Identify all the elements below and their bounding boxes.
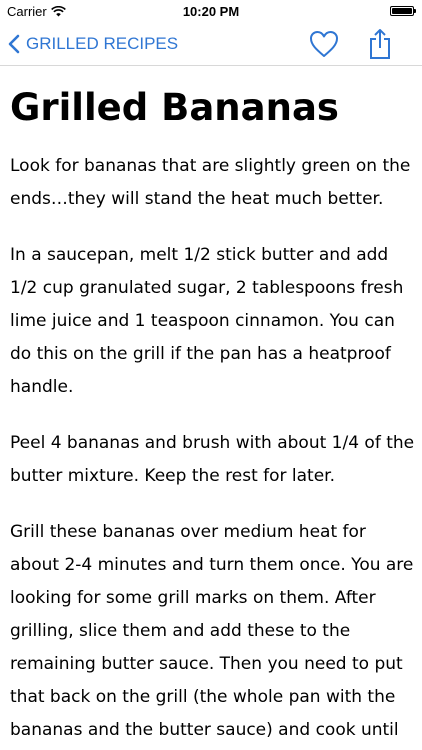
recipe-content: Grilled Bananas Look for bananas that ar… xyxy=(10,66,415,750)
chevron-left-icon xyxy=(8,34,20,54)
favorite-button[interactable] xyxy=(308,28,340,60)
share-icon xyxy=(370,29,390,59)
navigation-bar: GRILLED RECIPES xyxy=(0,22,422,66)
share-button[interactable] xyxy=(364,28,396,60)
status-bar: Carrier 10:20 PM xyxy=(0,0,422,22)
recipe-paragraph: In a saucepan, melt 1/2 stick butter and… xyxy=(10,245,404,397)
heart-icon xyxy=(310,31,338,57)
recipe-title: Grilled Bananas xyxy=(10,86,339,129)
recipe-paragraph: Peel 4 bananas and brush with about 1/4 … xyxy=(10,433,415,486)
status-time: 10:20 PM xyxy=(182,4,240,19)
back-button[interactable]: GRILLED RECIPES xyxy=(8,30,178,58)
recipe-paragraph: Look for bananas that are slightly green… xyxy=(10,156,411,209)
battery-icon xyxy=(390,6,416,16)
recipe-paragraph: Grill these bananas over medium heat for… xyxy=(10,522,414,740)
back-button-label: GRILLED RECIPES xyxy=(26,34,179,53)
